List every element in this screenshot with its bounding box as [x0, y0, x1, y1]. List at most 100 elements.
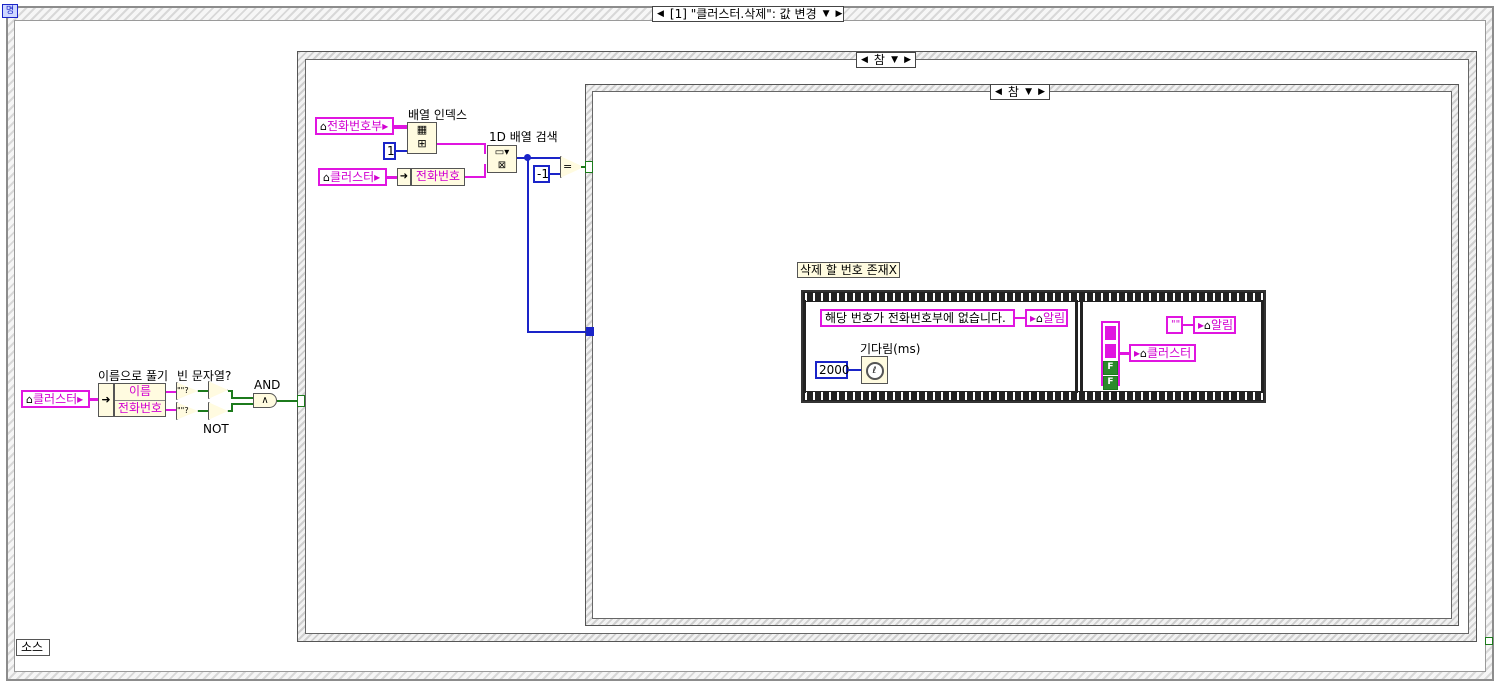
prev-case-icon[interactable]: ◀ [861, 53, 868, 67]
wire-indexed-element [437, 143, 485, 145]
wire-message [1015, 317, 1025, 319]
phonebook-local-variable[interactable]: ⌂전화번호부▸ [315, 117, 394, 135]
index-array-node[interactable]: ▦ ⊞ [407, 122, 437, 154]
source-terminal-label: 소스 [21, 640, 44, 654]
frame-divider-middle [1075, 300, 1078, 393]
arrow-icon: ▸ [382, 119, 389, 133]
wire-indexed-element-v [484, 143, 486, 154]
frame-divider-right [1261, 300, 1264, 393]
wire-neg-one [550, 173, 560, 175]
wire-phonebook [394, 125, 408, 129]
source-terminal[interactable]: 소스 [16, 639, 50, 656]
cluster-local-label-3: 클러스터 [1147, 346, 1192, 360]
empty-string-glyph-1: ""? [177, 386, 189, 395]
alarm-local-label-1: 알림 [1043, 311, 1066, 325]
alarm-local-variable-2[interactable]: ▸⌂알림 [1193, 316, 1236, 334]
next-case-icon[interactable]: ▶ [1038, 85, 1045, 99]
unbundle-label: 이름으로 풀기 [98, 369, 169, 383]
phonebook-local-label: 전화번호부 [326, 119, 383, 133]
empty-string-glyph-2: ""? [177, 406, 189, 415]
inner-case-selector[interactable]: ◀ 참 ▼ ▶ [990, 84, 1050, 100]
next-case-icon[interactable]: ▶ [836, 7, 843, 21]
wait-constant[interactable]: 2000 [815, 361, 850, 379]
unbundle-node-2[interactable]: ➜ [397, 168, 411, 186]
wire-bool-2 [198, 410, 208, 412]
wire-name [166, 391, 176, 393]
frame-divider-middle-2 [1080, 300, 1083, 393]
unbundle-item-name: 이름 [115, 384, 165, 401]
index-array-label: 배열 인덱스 [408, 108, 468, 122]
empty-string-label: 빈 문자열? [177, 369, 232, 383]
outer-case-selector-label: 참 [873, 53, 885, 67]
message-string-text: 해당 번호가 전화번호부에 없습니다. [825, 311, 1006, 325]
house-icon: ⌂ [1204, 319, 1212, 332]
pink-slot-1 [1104, 325, 1117, 341]
and-node[interactable]: ∧ [253, 393, 277, 408]
unbundle-item-phone: 전화번호 [117, 401, 163, 415]
pink-slot-2 [1104, 343, 1117, 359]
bool-false-2[interactable]: F [1103, 376, 1118, 390]
film-strip-top [803, 292, 1264, 302]
wire-not-1c [231, 397, 253, 399]
next-case-icon[interactable]: ▶ [904, 53, 911, 67]
inner-case-selector-terminal[interactable] [585, 161, 593, 173]
event-selector-label: [1] "클러스터.삭제": 값 변경 [669, 7, 817, 21]
wire-phone-2v [484, 164, 486, 177]
clock-icon: ℓ [865, 362, 884, 380]
false-bundle-node[interactable]: F F [1101, 321, 1120, 390]
not-label: NOT [203, 422, 229, 436]
wire-search-to-case [527, 331, 587, 333]
cluster-local-variable-2[interactable]: ⌂클러스터▸ [318, 168, 387, 186]
wire-bool-1 [198, 390, 208, 392]
sequence-label: 삭제 할 번호 존재X [797, 262, 900, 278]
outer-case-selector-terminal[interactable] [297, 395, 305, 407]
unbundle-items[interactable]: 이름 전화번호 [114, 383, 166, 417]
unbundle-item-2[interactable]: 전화번호 [411, 168, 465, 186]
cluster-local-variable[interactable]: ⌂클러스터▸ [21, 390, 90, 408]
prev-case-icon[interactable]: ◀ [995, 85, 1002, 99]
event-right-terminal[interactable] [1485, 637, 1493, 645]
wire-not-2c [231, 403, 253, 405]
frame-divider-left [803, 300, 806, 393]
cluster-local-variable-3[interactable]: ▸⌂클러스터 [1129, 344, 1196, 362]
outer-case-selector[interactable]: ◀ 참 ▼ ▶ [856, 52, 916, 68]
message-string-constant[interactable]: 해당 번호가 전화번호부에 없습니다. [820, 309, 1015, 327]
wire-wait [848, 369, 861, 371]
arrow-icon: ▸ [374, 170, 381, 184]
dropdown-icon[interactable]: ▼ [891, 53, 898, 67]
event-structure-corner-icon: 명 [2, 4, 18, 18]
empty-string-constant-text: "" [1171, 319, 1181, 330]
wire-search-to-compare [528, 157, 560, 159]
alarm-local-variable-1[interactable]: ▸⌂알림 [1025, 309, 1068, 327]
inner-case-tunnel[interactable] [586, 327, 594, 336]
house-icon: ⌂ [26, 393, 33, 406]
neg-one-constant[interactable]: -1 [533, 165, 550, 183]
cluster-local-label-2: 클러스터 [329, 170, 375, 184]
wait-node[interactable]: ℓ [861, 356, 888, 384]
unbundle-item-phone-2: 전화번호 [415, 169, 461, 183]
wire-phone-2 [465, 176, 486, 178]
wire-phone [166, 409, 176, 411]
index-constant[interactable]: 1 [383, 142, 396, 160]
wire-search-down [527, 157, 529, 333]
house-icon: ⌂ [320, 120, 327, 133]
film-strip-bottom [803, 391, 1264, 401]
search-array-node[interactable]: ▭▾ ⊠ [487, 145, 517, 173]
prev-case-icon[interactable]: ◀ [657, 7, 664, 21]
wire-index [396, 150, 407, 152]
wire-and-out [277, 400, 299, 402]
bool-false-1[interactable]: F [1103, 361, 1118, 375]
arrow-icon: ▸ [77, 392, 84, 406]
house-icon: ⌂ [1036, 312, 1044, 325]
unbundle-arrow-icon: ➜ [101, 393, 111, 406]
wire-empty-string [1183, 324, 1193, 326]
inner-case-selector-label: 참 [1007, 85, 1019, 99]
equal-glyph: = [563, 160, 573, 173]
empty-string-constant[interactable]: "" [1166, 316, 1183, 334]
dropdown-icon[interactable]: ▼ [1025, 85, 1032, 99]
dropdown-icon[interactable]: ▼ [823, 7, 830, 21]
event-selector[interactable]: ◀ [1] "클러스터.삭제": 값 변경 ▼ ▶ [652, 6, 844, 22]
house-icon: ⌂ [1140, 347, 1148, 360]
alarm-local-label-2: 알림 [1211, 318, 1234, 332]
unbundle-node[interactable]: ➜ [98, 383, 114, 417]
